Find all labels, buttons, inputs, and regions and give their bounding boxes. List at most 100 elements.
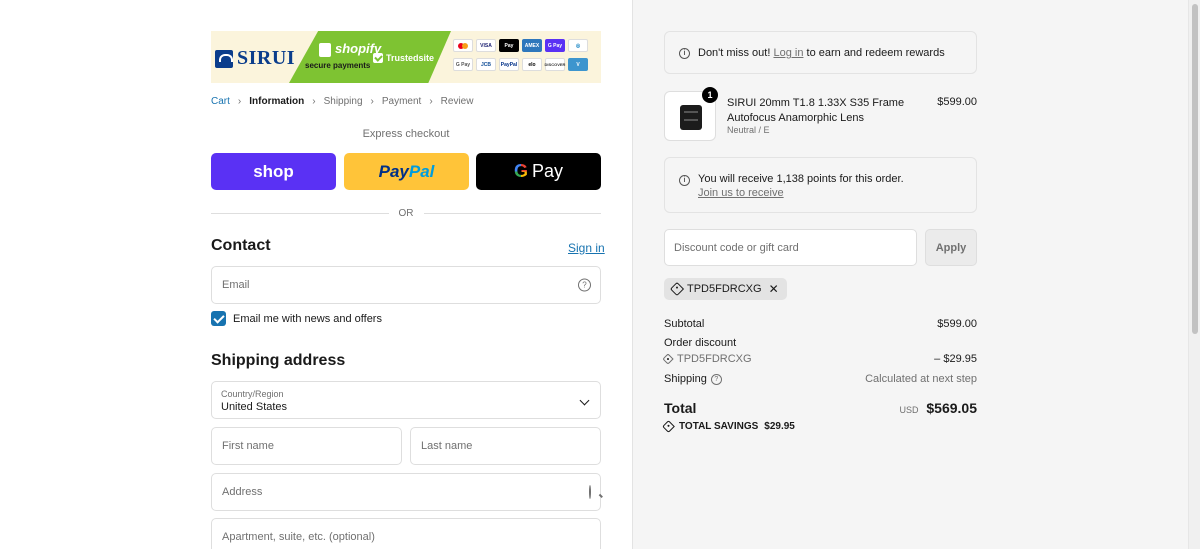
- discount-code-field[interactable]: [664, 229, 917, 266]
- shipping-value: Calculated at next step: [865, 373, 977, 385]
- order-summary-panel: [632, 0, 1188, 549]
- mastercard-icon: [453, 39, 473, 52]
- google-pay-button[interactable]: G Pay: [476, 153, 601, 190]
- email-field[interactable]: ?: [211, 266, 601, 304]
- paypal-button[interactable]: Pay Pal: [344, 153, 469, 190]
- first-name-field[interactable]: [211, 427, 402, 465]
- currency-code: USD: [899, 405, 919, 415]
- apartment-input[interactable]: [212, 519, 600, 549]
- newsletter-checkbox[interactable]: [211, 311, 226, 326]
- or-label: OR: [398, 208, 414, 219]
- breadcrumb-cart[interactable]: Cart: [211, 96, 230, 107]
- express-checkout-title: Express checkout: [362, 128, 450, 140]
- info-icon: i: [679, 175, 690, 186]
- discount-code-row: TPD5FDRCXG – $29.95: [662, 353, 977, 365]
- applied-code-chip: TPD5FDRCXG ✕: [664, 278, 787, 300]
- shipping-help-icon[interactable]: ?: [710, 373, 722, 385]
- tag-icon: [662, 420, 675, 433]
- scrollbar-thumb[interactable]: [1192, 4, 1198, 334]
- order-discount-label: Order discount: [664, 337, 737, 349]
- savings-label: TOTAL SAVINGS: [679, 421, 759, 432]
- last-name-field[interactable]: [410, 427, 601, 465]
- last-name-input[interactable]: [411, 428, 600, 464]
- discount-value: – $29.95: [934, 353, 977, 365]
- rewards-banner: i Don't miss out! Log in to earn and red…: [664, 31, 977, 74]
- contact-title: Contact: [211, 237, 271, 254]
- log-in-link[interactable]: Log in: [773, 47, 803, 59]
- address-field[interactable]: [211, 473, 601, 511]
- points-text: You will receive 1,138 points for this o…: [698, 173, 904, 185]
- google-pay-icon: G Pay: [545, 39, 565, 52]
- trustedsite-label: Trustedsite: [386, 53, 435, 63]
- address-input[interactable]: [212, 474, 600, 510]
- tag-icon: [662, 353, 674, 365]
- join-us-link[interactable]: Join us to receive: [698, 187, 904, 199]
- product-variant: Neutral / E: [727, 125, 770, 135]
- lens-image: [680, 105, 702, 130]
- paypal-icon: PayPal: [499, 58, 519, 71]
- total-label: Total: [664, 400, 697, 416]
- shipping-row: Shipping ? Calculated at next step: [664, 373, 977, 385]
- discount-code-line: TPD5FDRCXG: [662, 353, 752, 365]
- apartment-field[interactable]: [211, 518, 601, 549]
- jcb-icon: JCB: [476, 58, 496, 71]
- chevron-down-icon: [579, 395, 590, 406]
- breadcrumb-shipping: Shipping: [323, 96, 363, 107]
- apply-button[interactable]: Apply: [925, 229, 977, 266]
- newsletter-checkbox-row[interactable]: Email me with news and offers: [211, 311, 382, 326]
- google-g-icon: G: [513, 161, 528, 181]
- total-value: $569.05: [926, 400, 977, 416]
- tag-icon: [669, 281, 685, 297]
- first-name-input[interactable]: [212, 428, 401, 464]
- sirui-logo-icon: [215, 49, 233, 68]
- gpay-small-icon: G Pay: [453, 58, 473, 71]
- order-discount-row: Order discount: [664, 337, 977, 349]
- subtotal-row: Subtotal $599.00: [664, 318, 977, 330]
- shop-pay-button[interactable]: shop: [211, 153, 336, 190]
- discover-icon: DISCOVER: [545, 58, 565, 71]
- brand-name: SIRUI: [237, 47, 296, 69]
- trustedsite-badge: Trustedsite: [373, 53, 434, 63]
- country-value: United States: [221, 401, 288, 413]
- discount-code-input[interactable]: [665, 230, 916, 265]
- chevron-right-icon: ›: [429, 96, 433, 107]
- apple-pay-icon: Pay: [499, 39, 519, 52]
- help-icon[interactable]: ?: [578, 278, 591, 292]
- applied-code: TPD5FDRCXG: [687, 283, 762, 295]
- rewards-text: Don't miss out!: [698, 47, 771, 59]
- diners-icon: ◎: [568, 39, 588, 52]
- visa-icon: VISA: [476, 39, 496, 52]
- paypal-logo-pay: Pay: [378, 161, 409, 181]
- rewards-suffix: to earn and redeem rewards: [806, 47, 945, 59]
- product-price: $599.00: [937, 96, 977, 108]
- check-icon: [373, 53, 383, 63]
- chevron-right-icon: ›: [237, 96, 242, 107]
- chevron-right-icon: ›: [370, 96, 374, 107]
- country-select[interactable]: Country/Region United States: [211, 381, 601, 419]
- shopify-bag-icon: [319, 43, 331, 57]
- search-icon: [589, 485, 591, 499]
- page-scrollbar[interactable]: [1188, 0, 1200, 549]
- divider-line: [211, 213, 389, 214]
- breadcrumb-payment: Payment: [381, 96, 422, 107]
- google-pay-label: Pay: [531, 161, 564, 181]
- savings-value: $29.95: [764, 421, 795, 432]
- shipping-address-title: Shipping address: [211, 352, 346, 369]
- subtotal-value: $599.00: [937, 318, 977, 330]
- discount-code-label: TPD5FDRCXG: [677, 353, 752, 365]
- points-banner: i You will receive 1,138 points for this…: [664, 157, 977, 213]
- brand-logo[interactable]: SIRUI: [215, 47, 295, 70]
- chevron-right-icon: ›: [312, 96, 316, 107]
- sign-in-link[interactable]: Sign in: [568, 241, 605, 255]
- remove-code-icon[interactable]: ✕: [769, 282, 779, 296]
- divider-line: [423, 213, 601, 214]
- breadcrumb-review: Review: [440, 96, 474, 107]
- elo-icon: elo: [522, 58, 542, 71]
- subtotal-label: Subtotal: [664, 318, 705, 330]
- quantity-badge: 1: [702, 87, 718, 103]
- amex-icon: AMEX: [522, 39, 542, 52]
- email-input[interactable]: [212, 267, 600, 303]
- newsletter-label: Email me with news and offers: [233, 312, 382, 325]
- or-divider: OR: [211, 208, 601, 219]
- breadcrumb: Cart › Information › Shipping › Payment …: [211, 96, 473, 107]
